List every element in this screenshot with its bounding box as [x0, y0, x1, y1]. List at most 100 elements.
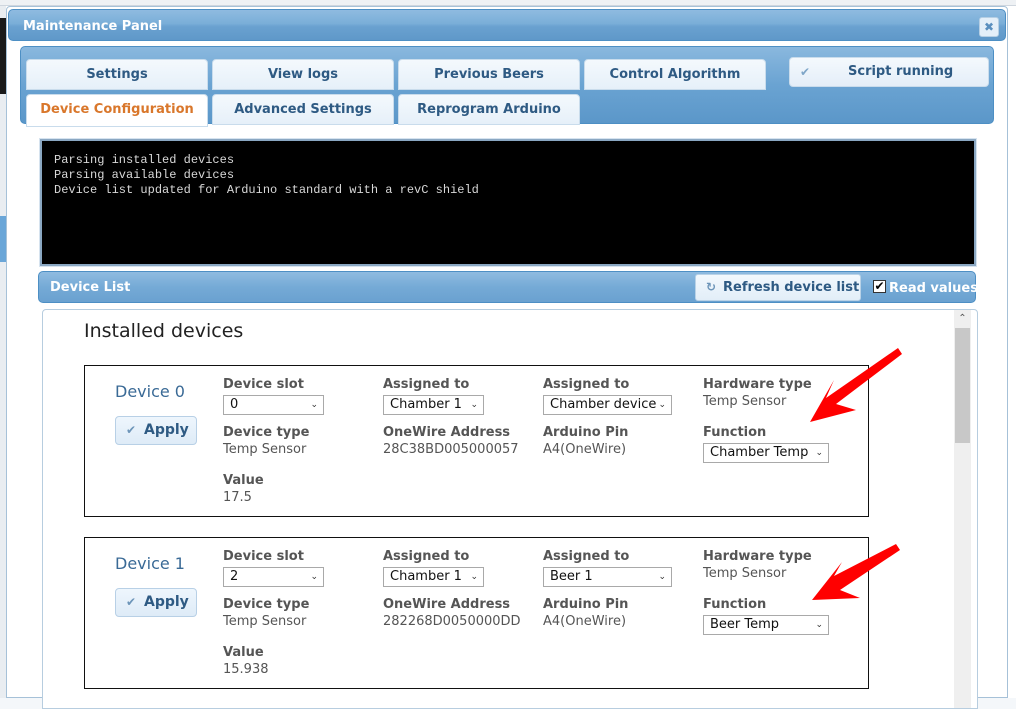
installed-devices-heading: Installed devices: [84, 320, 244, 342]
script-status-indicator[interactable]: ✔ Script running: [789, 57, 989, 87]
field-label: Assigned to: [543, 549, 630, 564]
onewire-address-field: OneWire Address 282268D0050000DD: [383, 597, 521, 630]
field-label: OneWire Address: [383, 425, 511, 440]
select-value: Chamber device: [550, 397, 657, 412]
refresh-device-list-button[interactable]: ↻ Refresh device list: [695, 274, 861, 301]
field-value: 17.5: [223, 490, 252, 505]
scroll-up-icon[interactable]: ⌃: [954, 310, 971, 327]
field-label: Device type: [223, 597, 310, 612]
apply-label: Apply: [144, 422, 189, 438]
chevron-down-icon: ⌄: [815, 448, 823, 458]
field-label: Assigned to: [383, 549, 470, 564]
select-value: Chamber 1: [390, 569, 462, 584]
select-value: Beer Temp: [710, 617, 780, 632]
field-label: Device slot: [223, 377, 304, 392]
chevron-down-icon: ⌄: [310, 572, 318, 582]
tab-control-algorithm[interactable]: Control Algorithm: [584, 59, 766, 90]
select-value: 0: [230, 397, 239, 412]
arrow-shape: [812, 544, 900, 600]
console-line: Device list updated for Arduino standard…: [54, 183, 479, 197]
chevron-down-icon: ⌄: [658, 400, 666, 410]
device-list-title: Device List: [50, 280, 131, 295]
assigned-chamber-select[interactable]: Chamber 1 ⌄: [383, 395, 484, 415]
tab-device-configuration[interactable]: Device Configuration: [26, 94, 208, 127]
field-value: A4(OneWire): [543, 614, 627, 629]
onewire-address-field: OneWire Address 28C38BD005000057: [383, 425, 519, 458]
check-icon: ✔: [126, 595, 137, 609]
select-value: Beer 1: [550, 569, 593, 584]
field-label: Device slot: [223, 549, 304, 564]
tab-reprogram-arduino[interactable]: Reprogram Arduino: [398, 94, 580, 125]
device-card: Device 0 ✔ Apply Device slot 0 ⌄ Assigne…: [84, 365, 869, 517]
field-label: Assigned to: [543, 377, 630, 392]
device-name: Device 0: [115, 382, 185, 401]
annotation-arrow-icon: [812, 544, 900, 600]
check-icon: ✔: [800, 65, 811, 79]
read-values-checkbox[interactable]: ✔: [873, 280, 886, 293]
function-select[interactable]: Chamber Temp ⌄: [703, 443, 829, 463]
assigned-beer-field: Assigned to Chamber device ⌄: [543, 377, 672, 415]
check-icon: ✔: [126, 423, 137, 437]
chevron-down-icon: ⌄: [470, 572, 478, 582]
field-label: Arduino Pin: [543, 425, 629, 440]
function-select[interactable]: Beer Temp ⌄: [703, 615, 829, 635]
field-label: Value: [223, 645, 264, 660]
refresh-button-label: Refresh device list: [723, 280, 860, 295]
annotation-arrow-icon: [810, 348, 902, 422]
field-value: Temp Sensor: [223, 614, 307, 629]
field-value: 15.938: [223, 662, 269, 677]
tab-view-logs[interactable]: View logs: [212, 59, 394, 90]
apply-button[interactable]: ✔ Apply: [115, 416, 197, 445]
close-icon[interactable]: ✖: [979, 17, 999, 37]
chevron-down-icon: ⌄: [658, 572, 666, 582]
tab-settings[interactable]: Settings: [26, 59, 208, 90]
device-type-field: Device type Temp Sensor: [223, 425, 309, 458]
assigned-chamber-select[interactable]: Chamber 1 ⌄: [383, 567, 484, 587]
tab-bar: Settings View logs Previous Beers Contro…: [20, 46, 994, 127]
apply-label: Apply: [144, 594, 189, 610]
arduino-pin-field: Arduino Pin A4(OneWire): [543, 425, 628, 458]
select-value: 2: [230, 569, 239, 584]
select-value: Chamber 1: [390, 397, 462, 412]
log-console: Parsing installed devices Parsing availa…: [39, 138, 977, 267]
device-slot-field: Device slot 2 ⌄: [223, 549, 324, 587]
chevron-down-icon: ⌄: [310, 400, 318, 410]
field-value: 28C38BD005000057: [383, 442, 519, 457]
field-value: A4(OneWire): [543, 442, 627, 457]
tab-previous-beers[interactable]: Previous Beers: [398, 59, 580, 90]
apply-button[interactable]: ✔ Apply: [115, 588, 197, 617]
device-type-field: Device type Temp Sensor: [223, 597, 309, 630]
arduino-pin-field: Arduino Pin A4(OneWire): [543, 597, 628, 630]
select-value: Chamber Temp: [710, 445, 809, 460]
chevron-down-icon: ⌄: [815, 620, 823, 630]
device-slot-select[interactable]: 2 ⌄: [223, 567, 324, 587]
assigned-beer-field: Assigned to Beer 1 ⌄: [543, 549, 672, 587]
tab-advanced-settings[interactable]: Advanced Settings: [212, 94, 394, 125]
value-field: Value 17.5: [223, 473, 264, 506]
device-slot-select[interactable]: 0 ⌄: [223, 395, 324, 415]
read-values-label: Read values: [889, 281, 978, 296]
field-label: Arduino Pin: [543, 597, 629, 612]
scrollbar-thumb[interactable]: [955, 328, 970, 443]
field-value: Temp Sensor: [223, 442, 307, 457]
console-line: Parsing installed devices: [54, 153, 235, 167]
device-card: Device 1 ✔ Apply Device slot 2 ⌄ Assigne…: [84, 537, 869, 689]
script-status-label: Script running: [848, 64, 954, 79]
field-label: Device type: [223, 425, 310, 440]
value-field: Value 15.938: [223, 645, 269, 678]
console-line: Parsing available devices: [54, 168, 235, 182]
field-label: Assigned to: [383, 377, 470, 392]
refresh-icon: ↻: [706, 280, 717, 294]
device-list-scrollbar[interactable]: ⌃: [954, 310, 971, 708]
arrow-shape: [810, 348, 902, 422]
dialog-titlebar[interactable]: Maintenance Panel ✖: [8, 9, 1006, 41]
device-slot-field: Device slot 0 ⌄: [223, 377, 324, 415]
field-label: OneWire Address: [383, 597, 511, 612]
assigned-beer-select[interactable]: Chamber device ⌄: [543, 395, 672, 415]
assigned-chamber-field: Assigned to Chamber 1 ⌄: [383, 377, 484, 415]
device-name: Device 1: [115, 554, 185, 573]
field-value: 282268D0050000DD: [383, 614, 521, 629]
assigned-beer-select[interactable]: Beer 1 ⌄: [543, 567, 672, 587]
field-label: Value: [223, 473, 264, 488]
device-list-header: Device List ↻ Refresh device list ✔ Read…: [38, 271, 978, 303]
